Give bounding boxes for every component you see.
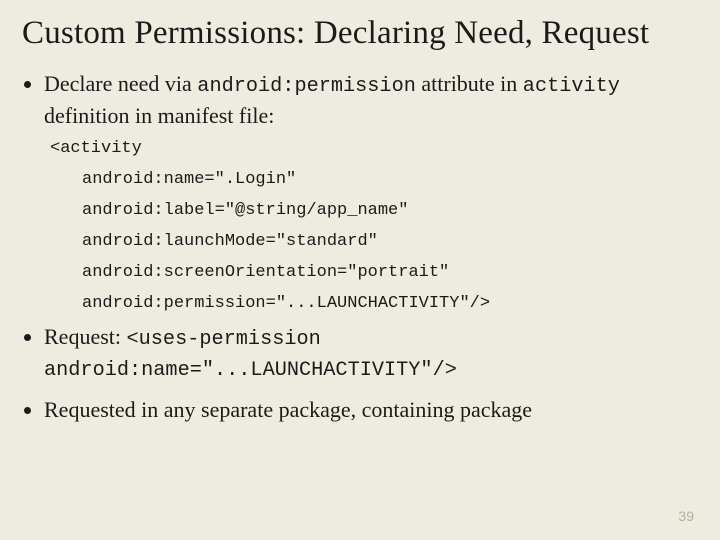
code-line: android:name=".Login": [82, 171, 698, 188]
code-line: android:label="@string/app_name": [82, 202, 698, 219]
code-line: android:permission="...LAUNCHACTIVITY"/>: [82, 295, 698, 312]
text-fragment: definition in manifest file:: [44, 103, 274, 128]
slide: Custom Permissions: Declaring Need, Requ…: [0, 0, 720, 540]
bullet-list: Declare need via android:permission attr…: [22, 69, 698, 130]
bullet-requested-in: Requested in any separate package, conta…: [44, 395, 698, 424]
inline-code: android:permission: [197, 75, 416, 98]
bullet-list: Request: <uses-permission android:name="…: [22, 322, 698, 424]
bullet-request: Request: <uses-permission android:name="…: [44, 322, 698, 385]
bullet-declare-need: Declare need via android:permission attr…: [44, 69, 698, 130]
page-number: 39: [678, 508, 694, 524]
text-fragment: attribute in: [416, 71, 523, 96]
text-fragment: Declare need via: [44, 71, 197, 96]
slide-title: Custom Permissions: Declaring Need, Requ…: [22, 14, 698, 53]
inline-code: activity: [523, 75, 620, 98]
code-block: <activity android:name=".Login" android:…: [50, 140, 698, 312]
code-line: android:launchMode="standard": [82, 233, 698, 250]
text-fragment: Request:: [44, 324, 127, 349]
code-line: <activity: [50, 140, 698, 157]
code-line: android:screenOrientation="portrait": [82, 264, 698, 281]
